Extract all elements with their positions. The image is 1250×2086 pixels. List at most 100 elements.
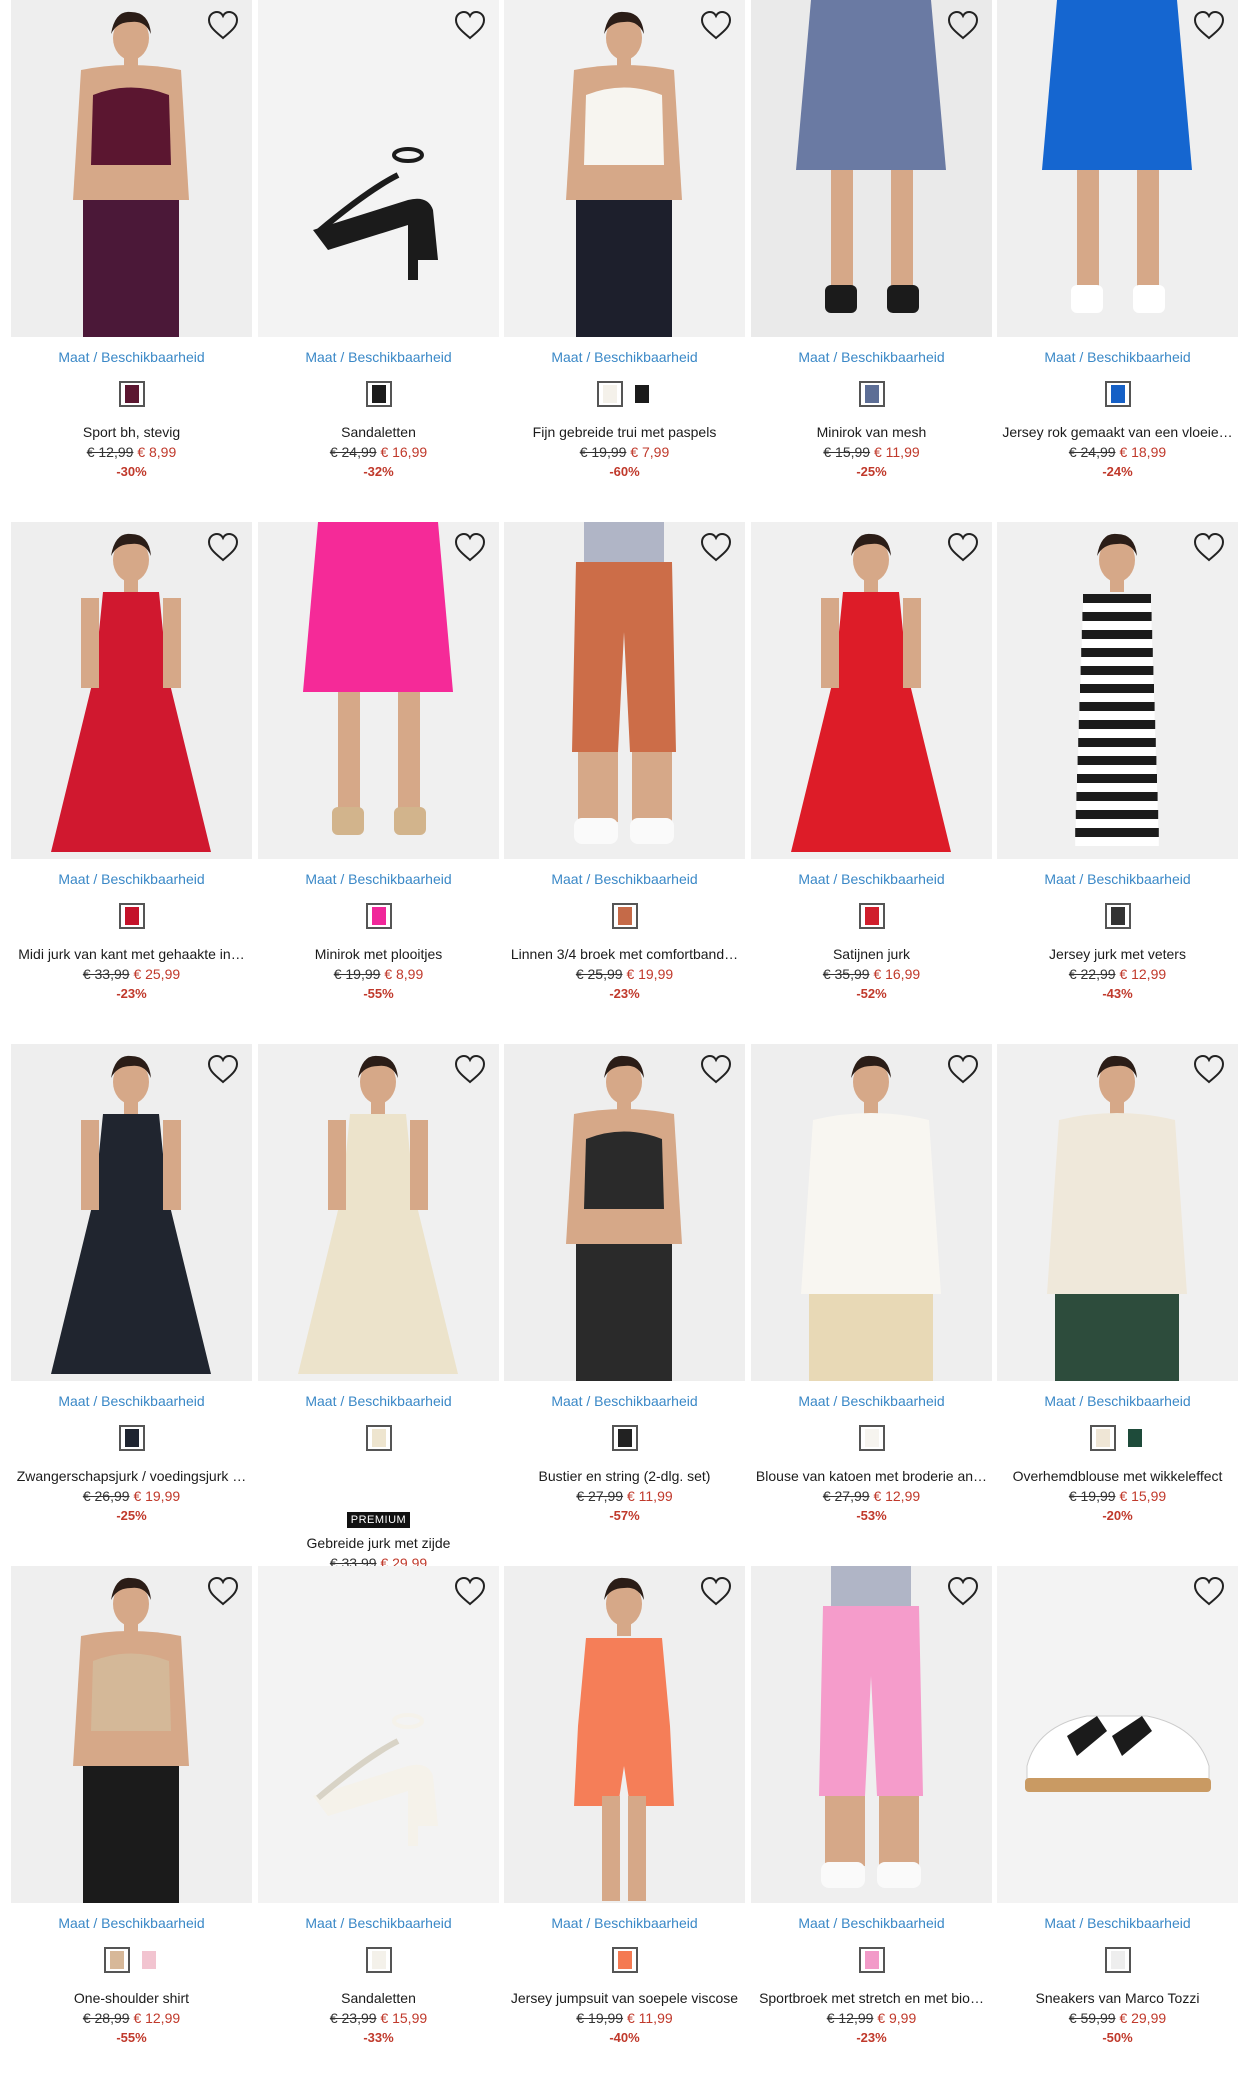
size-availability-link[interactable]: Maat / Beschikbaarheid [258,871,499,887]
heart-icon[interactable] [699,1576,733,1608]
product-image[interactable] [11,1044,252,1381]
product-image[interactable] [997,0,1238,337]
product-image[interactable] [11,1566,252,1903]
product-title[interactable]: Minirok met plooitjes [258,946,499,962]
product-image[interactable] [504,1566,745,1903]
heart-icon[interactable] [1192,532,1226,564]
color-swatch[interactable] [858,1947,885,1973]
color-swatch[interactable] [138,1947,160,1973]
product-title[interactable]: Blouse van katoen met broderie an… [751,1468,992,1484]
product-card[interactable]: Maat / Beschikbaarheid Overhemdblouse me… [997,1044,1238,1564]
size-availability-link[interactable]: Maat / Beschikbaarheid [11,1915,252,1931]
product-image[interactable] [504,1044,745,1381]
heart-icon[interactable] [946,532,980,564]
heart-icon[interactable] [453,1576,487,1608]
product-title[interactable]: Sandaletten [258,424,499,440]
color-swatch[interactable] [118,903,145,929]
color-swatch[interactable] [611,1947,638,1973]
size-availability-link[interactable]: Maat / Beschikbaarheid [504,1915,745,1931]
color-swatch[interactable] [365,1425,392,1451]
heart-icon[interactable] [206,1576,240,1608]
product-card[interactable]: Maat / Beschikbaarheid Jersey rok gemaak… [997,0,1238,520]
heart-icon[interactable] [946,1054,980,1086]
heart-icon[interactable] [1192,10,1226,42]
product-image[interactable] [504,522,745,859]
color-swatch[interactable] [858,1425,885,1451]
heart-icon[interactable] [453,1054,487,1086]
color-swatch[interactable] [611,903,638,929]
product-title[interactable]: Overhemdblouse met wikkeleffect [997,1468,1238,1484]
product-title[interactable]: Satijnen jurk [751,946,992,962]
product-image[interactable] [504,0,745,337]
heart-icon[interactable] [206,10,240,42]
product-card[interactable]: Maat / Beschikbaarheid Bustier en string… [504,1044,745,1564]
size-availability-link[interactable]: Maat / Beschikbaarheid [997,871,1238,887]
color-swatch[interactable] [1104,903,1131,929]
color-swatch[interactable] [1104,381,1131,407]
color-swatch[interactable] [1124,1425,1146,1451]
product-title[interactable]: Jersey rok gemaakt van een vloeie… [997,424,1238,440]
product-card[interactable]: Maat / Beschikbaarheid Zwangerschapsjurk… [11,1044,252,1564]
product-image[interactable] [258,1044,499,1381]
product-image[interactable] [258,0,499,337]
product-image[interactable] [751,1566,992,1903]
size-availability-link[interactable]: Maat / Beschikbaarheid [504,871,745,887]
size-availability-link[interactable]: Maat / Beschikbaarheid [504,1393,745,1409]
product-image[interactable] [11,0,252,337]
product-title[interactable]: Minirok van mesh [751,424,992,440]
heart-icon[interactable] [206,532,240,564]
product-title[interactable]: Gebreide jurk met zijde [258,1535,499,1551]
product-card[interactable]: Maat / Beschikbaarheid Satijnen jurk € 3… [751,522,992,1042]
product-title[interactable]: Bustier en string (2-dlg. set) [504,1468,745,1484]
product-title[interactable]: One-shoulder shirt [11,1990,252,2006]
size-availability-link[interactable]: Maat / Beschikbaarheid [258,349,499,365]
product-card[interactable]: Maat / Beschikbaarheid Minirok met plooi… [258,522,499,1042]
product-card[interactable]: Maat / Beschikbaarheid Sport bh, stevig … [11,0,252,520]
product-card[interactable]: Maat / Beschikbaarheid Sneakers van Marc… [997,1566,1238,2086]
product-title[interactable]: Jersey jurk met veters [997,946,1238,962]
size-availability-link[interactable]: Maat / Beschikbaarheid [751,349,992,365]
color-swatch[interactable] [1104,1947,1131,1973]
size-availability-link[interactable]: Maat / Beschikbaarheid [504,349,745,365]
heart-icon[interactable] [699,1054,733,1086]
heart-icon[interactable] [1192,1054,1226,1086]
product-title[interactable]: Linnen 3/4 broek met comfortband… [504,946,745,962]
size-availability-link[interactable]: Maat / Beschikbaarheid [258,1393,499,1409]
color-swatch[interactable] [631,381,653,407]
heart-icon[interactable] [946,1576,980,1608]
product-title[interactable]: Sportbroek met stretch en met bio… [751,1990,992,2006]
size-availability-link[interactable]: Maat / Beschikbaarheid [997,1393,1238,1409]
size-availability-link[interactable]: Maat / Beschikbaarheid [11,1393,252,1409]
product-image[interactable] [997,1044,1238,1381]
heart-icon[interactable] [1192,1576,1226,1608]
size-availability-link[interactable]: Maat / Beschikbaarheid [751,871,992,887]
heart-icon[interactable] [699,10,733,42]
color-swatch[interactable] [365,1947,392,1973]
product-image[interactable] [751,1044,992,1381]
size-availability-link[interactable]: Maat / Beschikbaarheid [997,349,1238,365]
product-card[interactable]: Maat / Beschikbaarheid Jersey jurk met v… [997,522,1238,1042]
product-card[interactable]: Maat / Beschikbaarheid Sportbroek met st… [751,1566,992,2086]
product-card[interactable]: Maat / Beschikbaarheid One-shoulder shir… [11,1566,252,2086]
product-card[interactable]: Maat / Beschikbaarheid PREMIUM Gebreide … [258,1044,499,1590]
product-image[interactable] [751,0,992,337]
product-image[interactable] [258,522,499,859]
product-card[interactable]: Maat / Beschikbaarheid Sandaletten € 23,… [258,1566,499,2086]
color-swatch[interactable] [858,903,885,929]
product-image[interactable] [751,522,992,859]
color-swatch[interactable] [365,903,392,929]
size-availability-link[interactable]: Maat / Beschikbaarheid [11,871,252,887]
color-swatch[interactable] [858,381,885,407]
heart-icon[interactable] [699,532,733,564]
color-swatch[interactable] [118,381,145,407]
heart-icon[interactable] [946,10,980,42]
heart-icon[interactable] [206,1054,240,1086]
color-swatch[interactable] [365,381,392,407]
product-card[interactable]: Maat / Beschikbaarheid Fijn gebreide tru… [504,0,745,520]
product-title[interactable]: Zwangerschapsjurk / voedingsjurk … [11,1468,252,1484]
color-swatch[interactable] [118,1425,145,1451]
product-image[interactable] [997,1566,1238,1903]
color-swatch[interactable] [596,381,623,407]
product-title[interactable]: Sandaletten [258,1990,499,2006]
size-availability-link[interactable]: Maat / Beschikbaarheid [751,1393,992,1409]
